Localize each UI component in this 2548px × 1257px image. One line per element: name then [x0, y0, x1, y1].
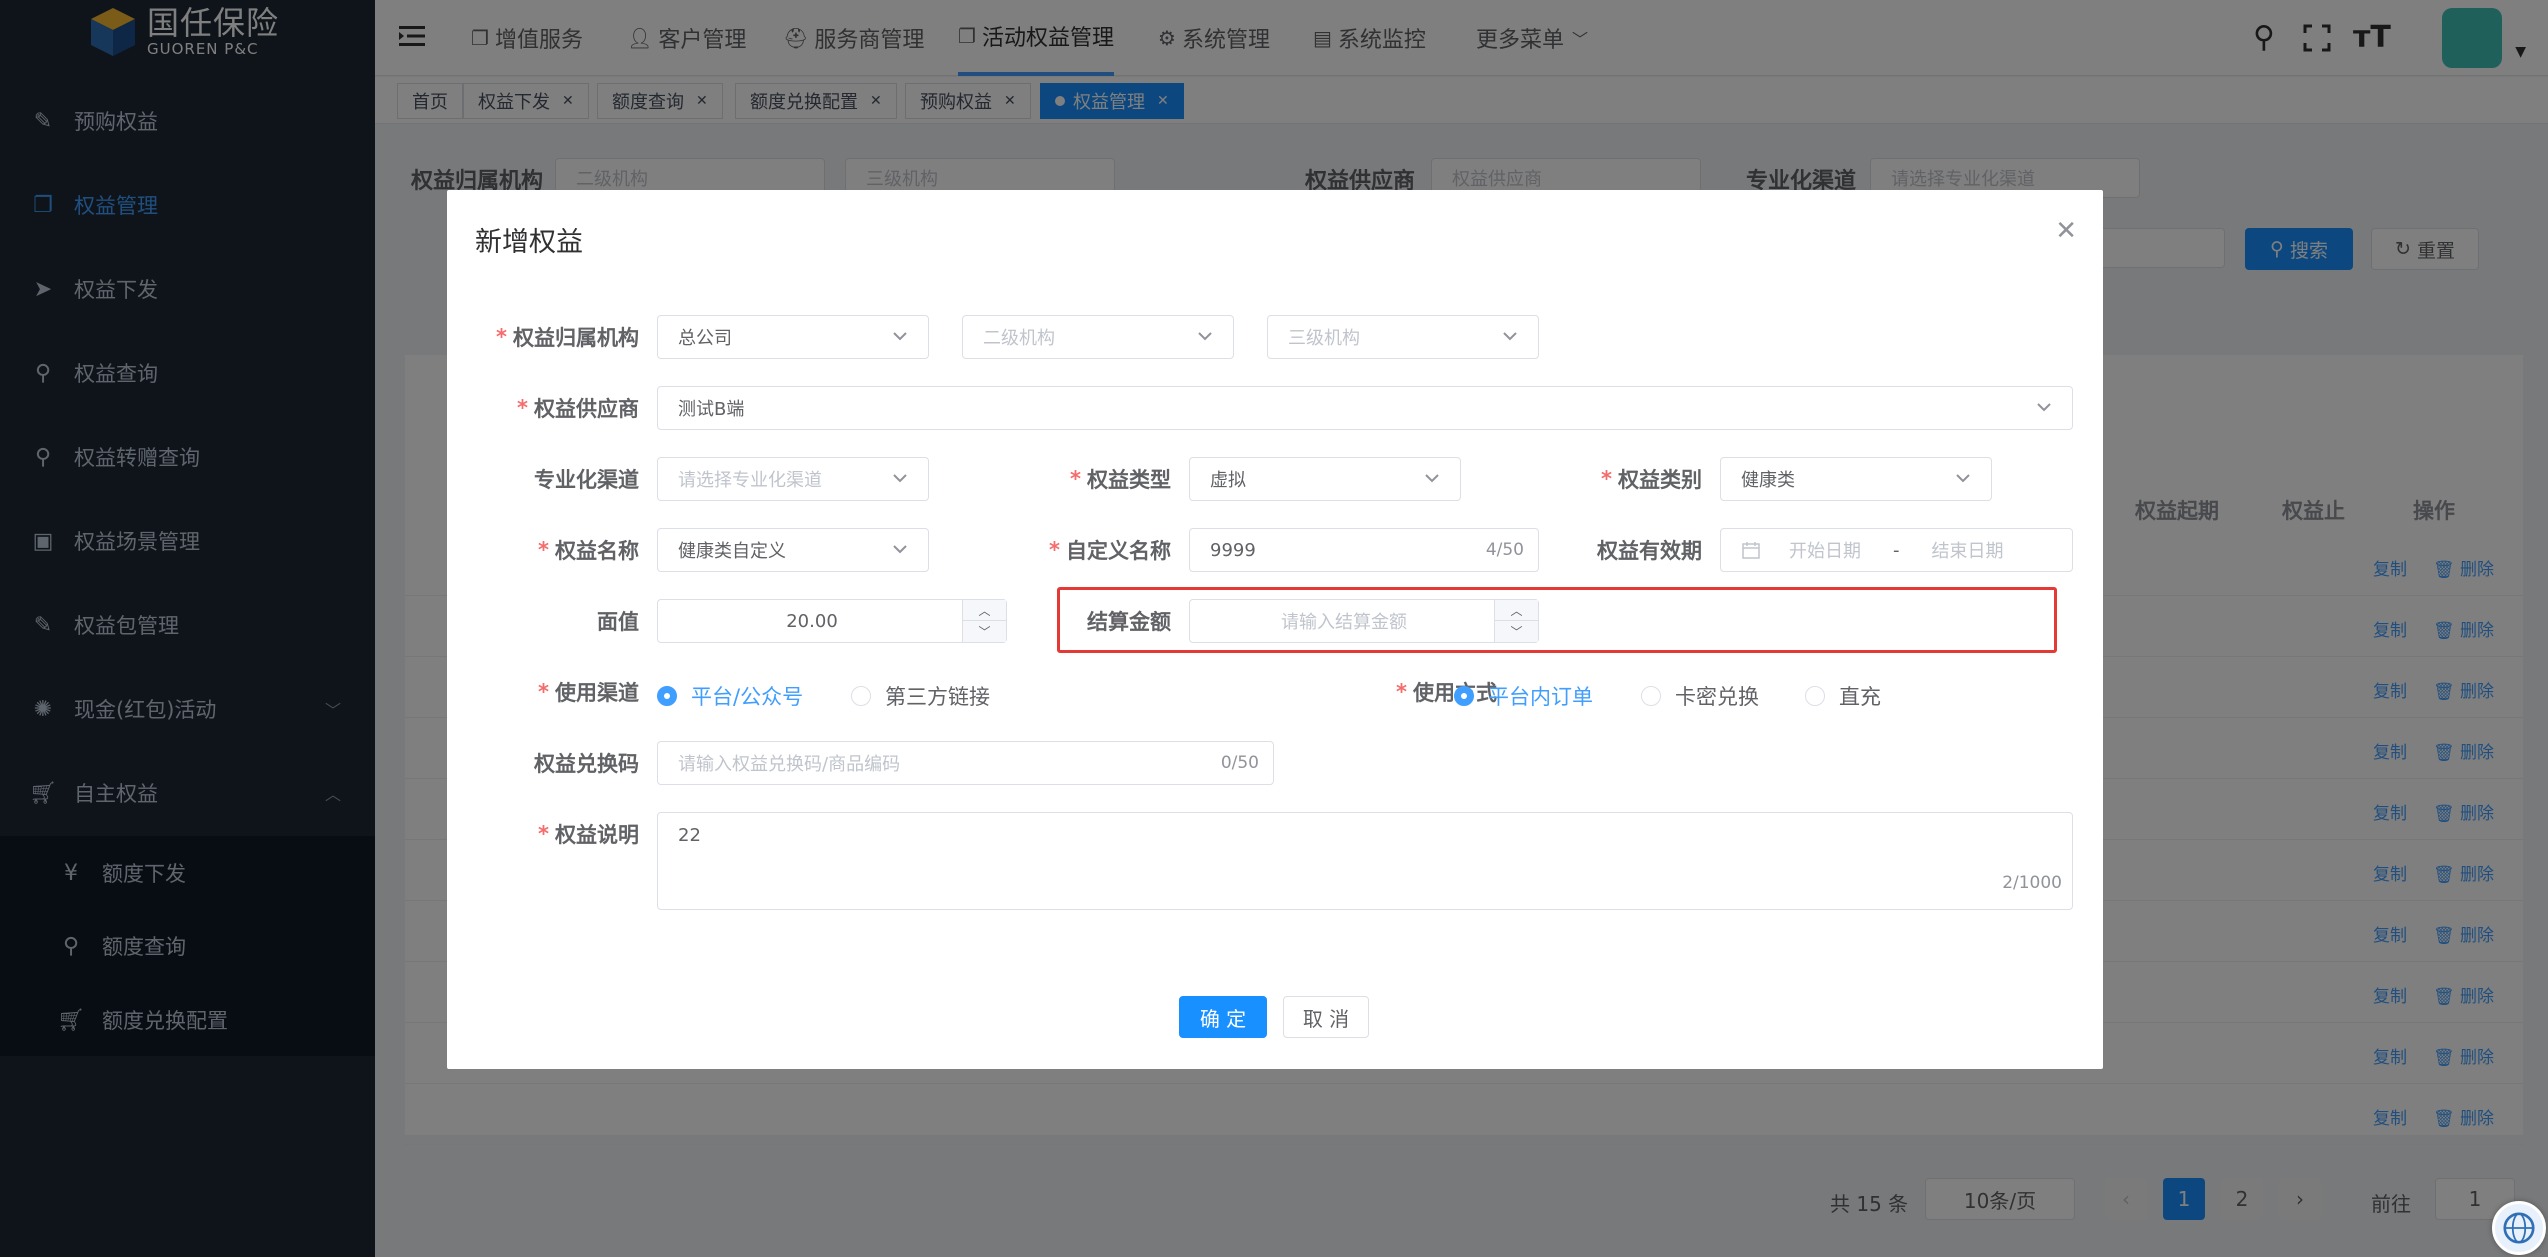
required-asterisk: * [517, 396, 528, 420]
date-separator: - [1893, 539, 1900, 561]
chevron-down-icon [893, 332, 907, 341]
dialog-title: 新增权益 [475, 227, 583, 258]
highlight-box [1057, 587, 2057, 653]
required-asterisk: * [496, 325, 507, 349]
required-asterisk: * [538, 822, 549, 846]
globe-icon[interactable] [2492, 1201, 2546, 1255]
type-select-value: 虚拟 [1210, 470, 1246, 491]
supplier-select-value: 测试B端 [678, 399, 745, 420]
chevron-down-icon [1956, 474, 1970, 483]
use-channel-label: * 使用渠道 [447, 670, 639, 714]
channel-label: 专业化渠道 [447, 457, 639, 501]
radio-label: 平台内订单 [1488, 685, 1593, 709]
name-select-value: 健康类自定义 [678, 541, 786, 562]
category-label: * 权益类别 [1547, 457, 1702, 501]
calendar-icon [1742, 542, 1760, 559]
description-counter: 2/1000 [2002, 873, 2062, 893]
name-label: * 权益名称 [447, 528, 639, 572]
required-asterisk: * [538, 538, 549, 562]
custom-name-label-text: 自定义名称 [1066, 539, 1171, 563]
org2-select[interactable]: 二级机构 [962, 315, 1234, 359]
validity-label-text: 权益有效期 [1597, 539, 1702, 563]
radio-platform[interactable]: 平台/公众号 [657, 681, 803, 711]
custom-name-input[interactable]: 9999 4/50 [1189, 528, 1539, 572]
channel-label-text: 专业化渠道 [534, 468, 639, 492]
radio-circle [1641, 686, 1661, 706]
description-label-text: 权益说明 [555, 823, 639, 847]
radio-circle [1454, 686, 1474, 706]
exchange-code-input[interactable]: 请输入权益兑换码/商品编码 0/50 [657, 741, 1274, 785]
required-asterisk: * [1049, 538, 1060, 562]
type-select[interactable]: 虚拟 [1189, 457, 1461, 501]
close-icon[interactable]: ✕ [2055, 216, 2077, 246]
face-value-label-text: 面值 [597, 610, 639, 634]
required-asterisk: * [1396, 680, 1407, 704]
chevron-down-icon [893, 474, 907, 483]
required-asterisk: * [1601, 467, 1612, 491]
radio-label: 直充 [1839, 685, 1881, 709]
supplier-select[interactable]: 测试B端 [657, 386, 2073, 430]
radio-direct-charge[interactable]: 直充 [1805, 681, 1881, 711]
radio-card-exchange[interactable]: 卡密兑换 [1641, 681, 1759, 711]
validity-label: 权益有效期 [1547, 528, 1702, 572]
add-rights-dialog: 新增权益 ✕ * 权益归属机构 总公司 二级机构 三级机构 * 权益供应商 测试… [447, 190, 2103, 1069]
confirm-button[interactable]: 确 定 [1179, 996, 1267, 1038]
face-value-stepper[interactable]: 20.00 ︿ ﹀ [657, 599, 1007, 643]
description-textarea[interactable]: 22 2/1000 [657, 812, 2073, 910]
radio-circle [851, 686, 871, 706]
radio-circle [1805, 686, 1825, 706]
decrease-icon[interactable]: ﹀ [963, 621, 1006, 642]
validity-date-range[interactable]: 开始日期 - 结束日期 [1720, 528, 2073, 572]
supplier-label-text: 权益供应商 [534, 397, 639, 421]
org-label: * 权益归属机构 [447, 315, 639, 359]
type-label-text: 权益类型 [1087, 468, 1171, 492]
required-asterisk: * [1070, 467, 1081, 491]
name-select[interactable]: 健康类自定义 [657, 528, 929, 572]
org-select-value: 总公司 [678, 328, 732, 349]
chevron-down-icon [1425, 474, 1439, 483]
radio-third-party[interactable]: 第三方链接 [851, 681, 990, 711]
radio-label: 平台/公众号 [691, 685, 804, 709]
increase-icon[interactable]: ︿ [963, 600, 1006, 621]
chevron-down-icon [1503, 332, 1517, 341]
channel-select[interactable]: 请选择专业化渠道 [657, 457, 929, 501]
org2-select-placeholder: 二级机构 [983, 328, 1055, 349]
supplier-label: * 权益供应商 [447, 386, 639, 430]
custom-name-label: * 自定义名称 [987, 528, 1171, 572]
category-select[interactable]: 健康类 [1720, 457, 1992, 501]
type-label: * 权益类型 [1007, 457, 1171, 501]
chevron-down-icon [2037, 403, 2051, 412]
face-value-value: 20.00 [786, 610, 838, 632]
start-date-placeholder[interactable]: 开始日期 [1789, 537, 1861, 563]
radio-label: 第三方链接 [885, 685, 990, 709]
org-select[interactable]: 总公司 [657, 315, 929, 359]
custom-name-counter: 4/50 [1485, 540, 1524, 560]
name-label-text: 权益名称 [555, 539, 639, 563]
custom-name-value: 9999 [1210, 539, 1256, 561]
cancel-button[interactable]: 取 消 [1283, 996, 1369, 1038]
exchange-code-placeholder: 请输入权益兑换码/商品编码 [678, 754, 901, 775]
required-asterisk: * [538, 680, 549, 704]
end-date-placeholder[interactable]: 结束日期 [1932, 537, 2004, 563]
description-label: * 权益说明 [447, 812, 639, 856]
radio-label: 卡密兑换 [1675, 685, 1759, 709]
channel-select-placeholder: 请选择专业化渠道 [678, 470, 822, 491]
category-label-text: 权益类别 [1618, 468, 1702, 492]
face-value-label: 面值 [447, 599, 639, 643]
org3-select[interactable]: 三级机构 [1267, 315, 1539, 359]
use-channel-label-text: 使用渠道 [555, 681, 639, 705]
exchange-code-counter: 0/50 [1220, 753, 1259, 773]
chevron-down-icon [893, 545, 907, 554]
chevron-down-icon [1198, 332, 1212, 341]
org-label-text: 权益归属机构 [513, 326, 639, 350]
radio-in-platform-order[interactable]: 平台内订单 [1454, 681, 1593, 711]
org3-select-placeholder: 三级机构 [1288, 328, 1360, 349]
category-select-value: 健康类 [1741, 470, 1795, 491]
exchange-code-label: 权益兑换码 [447, 741, 639, 785]
radio-circle [657, 686, 677, 706]
exchange-code-label-text: 权益兑换码 [534, 752, 639, 776]
stepper-controls: ︿ ﹀ [962, 600, 1006, 642]
description-value: 22 [678, 825, 701, 846]
